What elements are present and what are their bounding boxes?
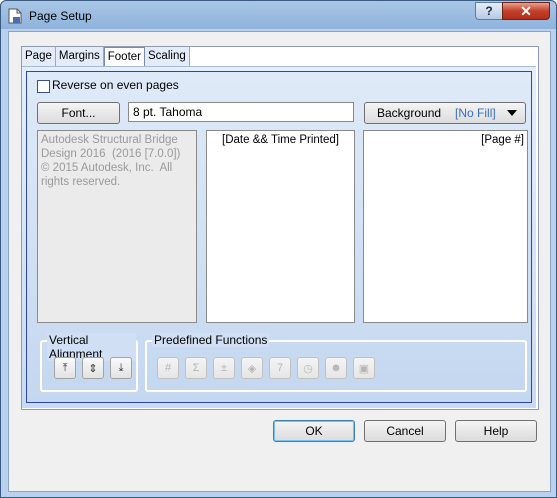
align-top-icon: ⤒ bbox=[62, 361, 68, 374]
vertical-alignment-group: Vertical Alignment ⤒ ⇕ ⤓ bbox=[40, 333, 138, 392]
footer-tab-panel: Reverse on even pages Font... 8 pt. Taho… bbox=[22, 66, 536, 408]
footer-left-text[interactable]: Autodesk Structural Bridge Design 2016 (… bbox=[37, 130, 197, 323]
page-count-icon: ± bbox=[220, 362, 228, 374]
page-count-button[interactable]: ± bbox=[213, 357, 235, 379]
sum-button[interactable]: Σ bbox=[185, 357, 207, 379]
tab-margins[interactable]: Margins bbox=[55, 47, 104, 66]
reverse-on-even-pages-checkbox[interactable] bbox=[37, 80, 50, 93]
reverse-on-even-pages-label[interactable]: Reverse on even pages bbox=[52, 78, 179, 92]
tab-page[interactable]: Page bbox=[22, 47, 56, 66]
cancel-button-label: Cancel bbox=[386, 424, 424, 438]
help-button-label: Help bbox=[483, 424, 509, 438]
ok-button-label: OK bbox=[305, 424, 323, 438]
font-button[interactable]: Font... bbox=[37, 102, 120, 124]
predefined-functions-group: Predefined Functions # Σ ± ◈ 7 ◷ ☻ ▣ bbox=[145, 333, 527, 392]
tab-scaling-label: Scaling bbox=[148, 50, 186, 62]
page-number-icon: # bbox=[164, 362, 172, 374]
title-bar[interactable]: Page Setup ? ✕ bbox=[1, 1, 556, 31]
close-button[interactable]: ✕ bbox=[502, 2, 550, 20]
clock-icon: ◷ bbox=[303, 362, 313, 375]
tab-margins-label: Margins bbox=[58, 50, 100, 62]
close-icon: ✕ bbox=[520, 2, 532, 19]
help-icon: ? bbox=[485, 4, 493, 18]
page-number-button[interactable]: # bbox=[157, 357, 179, 379]
computer-button[interactable]: ▣ bbox=[353, 357, 375, 379]
tab-scaling[interactable]: Scaling bbox=[145, 47, 190, 66]
tab-footer[interactable]: Footer bbox=[103, 47, 146, 67]
date-button[interactable]: ◈ bbox=[241, 357, 263, 379]
footer-center-text[interactable]: [Date && Time Printed] bbox=[206, 130, 355, 323]
tab-page-label: Page bbox=[25, 50, 52, 62]
align-bottom-button[interactable]: ⤓ bbox=[110, 357, 132, 379]
background-label: Background bbox=[377, 106, 442, 120]
footer-settings-frame: Reverse on even pages Font... 8 pt. Taho… bbox=[26, 71, 532, 403]
align-bottom-icon: ⤓ bbox=[118, 361, 124, 374]
tab-strip: Page Margins Footer Scaling bbox=[22, 47, 190, 67]
user-button[interactable]: ☻ bbox=[325, 357, 347, 379]
background-value: [No Fill] bbox=[455, 106, 496, 120]
background-dropdown[interactable]: Background [No Fill] bbox=[364, 102, 526, 124]
window-title: Page Setup bbox=[29, 9, 92, 23]
cancel-button[interactable]: Cancel bbox=[364, 420, 446, 442]
calendar-button[interactable]: 7 bbox=[269, 357, 291, 379]
font-button-label: Font... bbox=[61, 106, 96, 120]
date-icon: ◈ bbox=[247, 362, 257, 375]
align-top-button[interactable]: ⤒ bbox=[54, 357, 76, 379]
predefined-functions-label: Predefined Functions bbox=[152, 333, 270, 347]
footer-right-text[interactable]: [Page #] bbox=[363, 130, 528, 323]
calendar-icon: 7 bbox=[276, 362, 284, 374]
page-setup-window: Page Setup ? ✕ Page Margins Footer Scali… bbox=[0, 0, 557, 498]
help-button[interactable]: Help bbox=[455, 420, 537, 442]
ok-button[interactable]: OK bbox=[273, 420, 355, 442]
page-setup-icon bbox=[8, 8, 22, 24]
clock-button[interactable]: ◷ bbox=[297, 357, 319, 379]
help-title-button[interactable]: ? bbox=[475, 2, 503, 20]
dropdown-arrow-icon bbox=[507, 110, 517, 116]
user-icon: ☻ bbox=[330, 362, 342, 374]
tab-footer-label: Footer bbox=[107, 51, 142, 63]
sum-icon: Σ bbox=[192, 362, 200, 374]
font-display-field: 8 pt. Tahoma bbox=[128, 102, 354, 122]
dialog-client-area: Page Margins Footer Scaling Reverse on e… bbox=[8, 31, 551, 492]
computer-icon: ▣ bbox=[358, 362, 370, 375]
align-middle-icon: ⇕ bbox=[88, 362, 98, 375]
align-middle-button[interactable]: ⇕ bbox=[82, 357, 104, 379]
